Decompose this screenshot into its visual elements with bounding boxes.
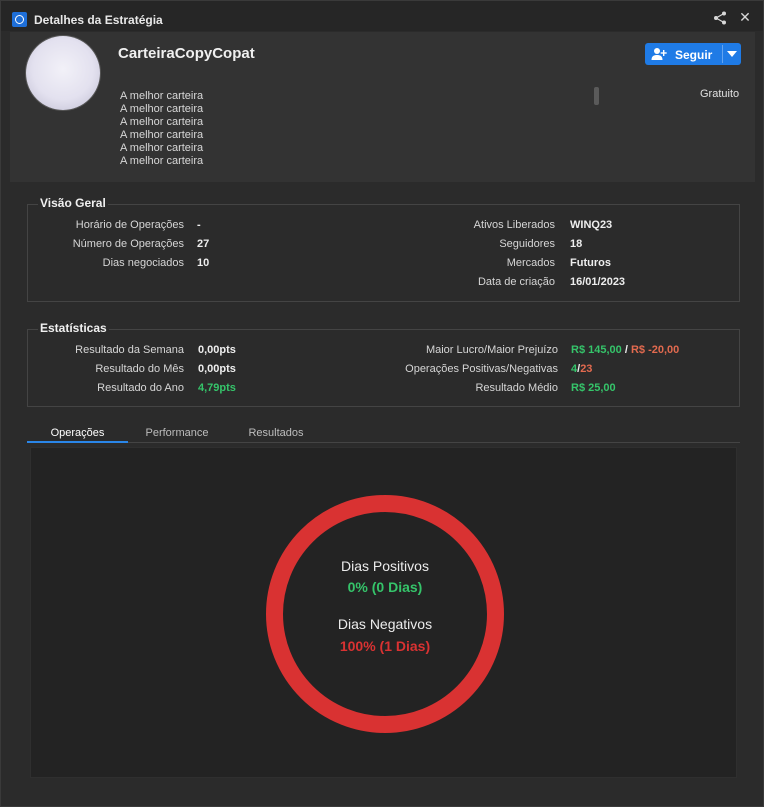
strategy-description: A melhor carteira A melhor carteira A me…	[120, 90, 203, 168]
overview-title: Visão Geral	[38, 196, 108, 210]
tab-bar: Operações Performance Resultados	[27, 423, 740, 443]
stats-row: Resultado da Semana 0,00pts Maior Lucro/…	[28, 344, 741, 358]
positive-days-value: 0% (0 Dias)	[347, 579, 423, 595]
field-label: Operações Positivas/Negativas	[405, 363, 558, 375]
max-loss: R$ -20,00	[630, 344, 680, 356]
share-icon[interactable]	[713, 11, 727, 25]
field-label: Maior Lucro/Maior Prejuízo	[425, 344, 558, 356]
statistics-title: Estatísticas	[38, 321, 109, 335]
overview-row: Dias negociados 10 Mercados Futuros	[28, 257, 741, 271]
field-label: Número de Operações	[72, 238, 184, 250]
field-label: Resultado do Ano	[97, 382, 184, 394]
close-icon[interactable]: ✕	[738, 10, 752, 24]
negative-days-value: 100% (1 Dias)	[339, 638, 431, 654]
follow-button[interactable]: Seguir	[645, 43, 722, 65]
negative-days-label: Dias Negativos	[337, 616, 433, 632]
overview-row: Data de criação 16/01/2023	[28, 276, 741, 290]
field-value: Futuros	[570, 257, 611, 269]
field-label: Mercados	[506, 257, 555, 269]
days-donut-ring	[266, 495, 504, 733]
operations-panel: Dias Positivos 0% (0 Dias) Dias Negativo…	[30, 447, 737, 778]
field-value: WINQ23	[570, 219, 613, 231]
user-plus-icon	[651, 48, 667, 60]
field-label: Ativos Liberados	[473, 219, 555, 231]
separator: /	[624, 344, 628, 356]
field-label: Data de criação	[477, 276, 555, 288]
positive-days-label: Dias Positivos	[341, 558, 429, 574]
field-value: -	[197, 219, 201, 231]
tab-resultados[interactable]: Resultados	[226, 427, 326, 439]
overview-section: Visão Geral Horário de Operações - Ativo…	[27, 196, 741, 302]
field-value: 16/01/2023	[570, 276, 626, 288]
field-label: Resultado do Mês	[95, 363, 184, 375]
description-line: A melhor carteira	[120, 155, 204, 167]
field-value: 4,79pts	[198, 382, 236, 394]
field-label: Seguidores	[499, 238, 555, 250]
follow-dropdown-chevron-icon[interactable]	[723, 43, 741, 65]
field-value: 18	[570, 238, 583, 250]
description-line: A melhor carteira	[120, 116, 204, 128]
field-value: 0,00pts	[198, 344, 236, 356]
avg-result-value: R$ 25,00	[571, 382, 616, 394]
window-title: Detalhes da Estratégia	[34, 13, 163, 27]
overview-row: Horário de Operações - Ativos Liberados …	[28, 219, 741, 233]
field-label: Resultado da Semana	[75, 344, 184, 356]
follow-button-group: Seguir	[645, 43, 741, 65]
price-label: Gratuito	[700, 88, 740, 100]
field-label: Resultado Médio	[475, 382, 558, 394]
negative-ops: 23	[580, 363, 593, 375]
field-label: Dias negociados	[102, 257, 184, 269]
field-value: 0,00pts	[198, 363, 236, 375]
overview-row: Número de Operações 27 Seguidores 18	[28, 238, 741, 252]
field-label: Horário de Operações	[75, 219, 184, 231]
field-value: 27	[197, 238, 210, 250]
app-icon	[12, 12, 27, 27]
description-line: A melhor carteira	[120, 103, 204, 115]
description-line: A melhor carteira	[120, 90, 204, 102]
stats-row: Resultado do Ano 4,79pts Resultado Médio…	[28, 382, 741, 396]
description-line: A melhor carteira	[120, 129, 204, 141]
title-bar: Detalhes da Estratégia ✕	[1, 1, 763, 31]
strategy-details-window: Detalhes da Estratégia ✕ CarteiraCopyCop…	[0, 0, 764, 807]
statistics-section: Estatísticas Resultado da Semana 0,00pts…	[27, 321, 741, 407]
description-scrollbar[interactable]	[594, 87, 599, 105]
strategy-name: CarteiraCopyCopat	[118, 45, 255, 62]
tab-operacoes[interactable]: Operações	[27, 427, 128, 439]
max-profit-loss-value: R$ 145,00 / R$ -20,00	[571, 344, 679, 356]
active-tab-indicator	[27, 441, 128, 443]
pos-neg-ops-value: 4/23	[571, 363, 592, 375]
strategy-header: CarteiraCopyCopat A melhor carteira A me…	[10, 32, 755, 182]
tab-performance[interactable]: Performance	[127, 427, 227, 439]
avatar	[26, 36, 100, 110]
stats-row: Resultado do Mês 0,00pts Operações Posit…	[28, 363, 741, 377]
max-profit: R$ 145,00	[571, 344, 622, 356]
field-value: 10	[197, 257, 210, 269]
description-line: A melhor carteira	[120, 142, 204, 154]
follow-label: Seguir	[675, 48, 713, 62]
